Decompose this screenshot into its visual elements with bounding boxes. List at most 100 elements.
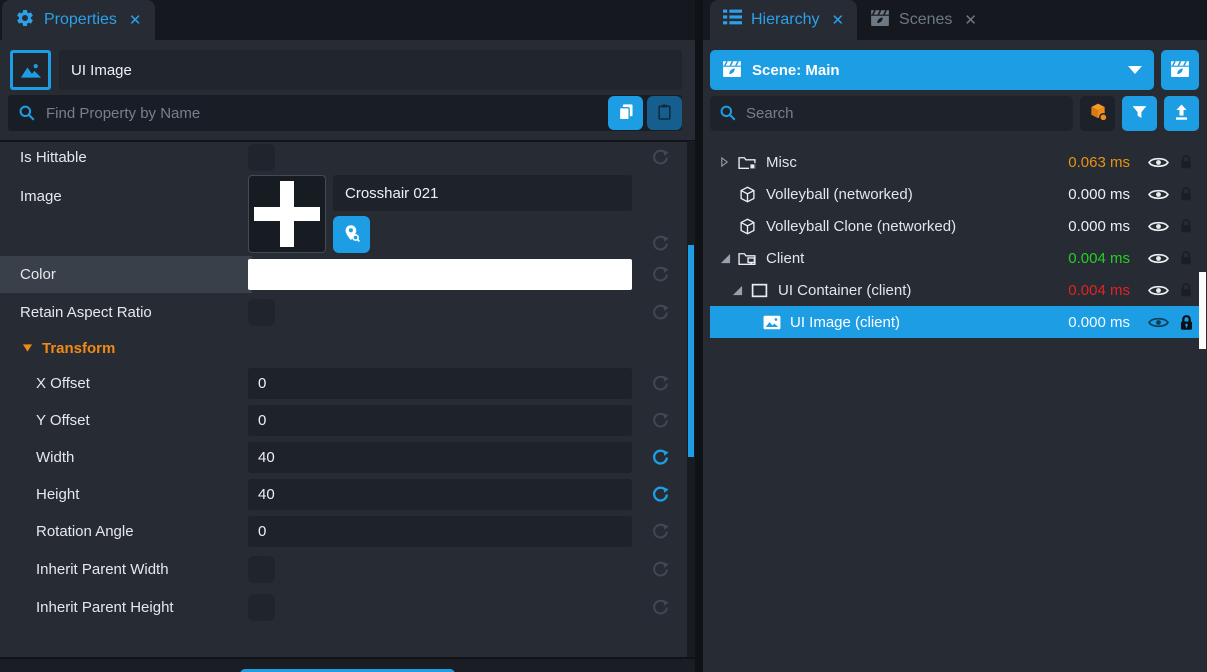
copy-icon <box>617 103 635 124</box>
hierarchy-row-misc[interactable]: Misc 0.063 ms <box>710 146 1199 178</box>
entity-name: Volleyball Clone (networked) <box>766 218 956 235</box>
inherit-parent-height-checkbox[interactable] <box>248 594 275 621</box>
tab-properties-label: Properties <box>44 11 117 29</box>
clapperboard-icon <box>722 60 742 81</box>
search-icon <box>719 104 737 127</box>
hierarchy-list-icon <box>723 9 742 31</box>
visibility-eye-icon[interactable] <box>1143 156 1173 169</box>
tab-hierarchy-label: Hierarchy <box>751 11 819 29</box>
chevron-down-icon <box>22 340 33 358</box>
property-search-input[interactable] <box>8 95 682 131</box>
tab-hierarchy[interactable]: Hierarchy ✕ <box>710 0 857 40</box>
paste-properties-button[interactable] <box>647 96 682 130</box>
reset-icon[interactable] <box>652 235 669 252</box>
close-icon[interactable]: ✕ <box>964 11 977 29</box>
hierarchy-row-client[interactable]: Client 0.004 ms <box>710 242 1199 274</box>
height-input[interactable] <box>248 479 632 510</box>
reset-icon[interactable] <box>652 149 669 166</box>
reset-icon[interactable] <box>652 412 669 429</box>
expander-expanded-icon[interactable] <box>720 253 734 264</box>
property-row-color: Color <box>0 256 695 293</box>
chevron-down-icon <box>1128 66 1142 74</box>
image-asset-field[interactable]: Crosshair 021 <box>333 175 632 211</box>
lock-icon[interactable] <box>1173 154 1199 170</box>
hierarchy-row-volleyball-clone[interactable]: Volleyball Clone (networked) 0.000 ms <box>710 210 1199 242</box>
entity-name: Client <box>766 250 804 267</box>
clapperboard-icon <box>1170 60 1190 81</box>
visibility-eye-icon[interactable] <box>1143 316 1173 329</box>
inherit-parent-height-label: Inherit Parent Height <box>20 599 248 616</box>
entity-name: UI Image (client) <box>790 314 900 331</box>
folder-client-icon <box>738 250 757 267</box>
asset-picker-button[interactable] <box>333 216 370 253</box>
perf-ms: 0.000 ms <box>1034 218 1130 235</box>
properties-scrollbar-track[interactable] <box>687 141 695 657</box>
scene-selector-dropdown[interactable]: Scene: Main <box>710 50 1154 90</box>
properties-scrollbar-thumb[interactable] <box>688 245 694 457</box>
container-square-icon <box>750 283 769 298</box>
reset-icon[interactable] <box>652 523 669 540</box>
reset-icon[interactable] <box>652 266 669 283</box>
visibility-eye-icon[interactable] <box>1143 252 1173 265</box>
rotation-angle-input[interactable] <box>248 516 632 547</box>
lock-icon[interactable] <box>1173 250 1199 266</box>
close-icon[interactable]: ✕ <box>129 11 142 29</box>
properties-panel: Properties ✕ <box>0 0 695 672</box>
expander-collapsed-icon[interactable] <box>720 156 734 168</box>
reset-icon-active[interactable] <box>652 486 669 503</box>
tab-properties[interactable]: Properties ✕ <box>2 0 155 40</box>
lock-icon[interactable] <box>1173 282 1199 298</box>
color-swatch[interactable] <box>248 259 632 290</box>
hierarchy-scrollbar-thumb[interactable] <box>1199 272 1206 349</box>
filter-button[interactable] <box>1122 96 1157 131</box>
reset-icon[interactable] <box>652 599 669 616</box>
visibility-eye-icon[interactable] <box>1143 284 1173 297</box>
open-scenes-button[interactable] <box>1161 50 1199 90</box>
editor-window: Properties ✕ <box>0 0 1207 672</box>
hierarchy-tabbar: Hierarchy ✕ Scenes ✕ <box>703 0 1207 40</box>
reset-icon[interactable] <box>652 561 669 578</box>
property-row-height: Height <box>0 476 695 513</box>
inherit-parent-width-checkbox[interactable] <box>248 556 275 583</box>
reset-icon[interactable] <box>652 375 669 392</box>
y-offset-input[interactable] <box>248 405 632 436</box>
close-icon[interactable]: ✕ <box>831 11 844 29</box>
width-input[interactable] <box>248 442 632 473</box>
transform-section-header[interactable]: Transform <box>0 332 695 365</box>
rotation-angle-label: Rotation Angle <box>20 523 248 540</box>
lock-icon-locked[interactable] <box>1173 314 1199 331</box>
is-hittable-checkbox[interactable] <box>248 144 275 171</box>
clipboard-icon <box>656 103 673 124</box>
entity-name-input[interactable] <box>59 50 682 90</box>
entity-cube-toggle-button[interactable] <box>1080 96 1115 131</box>
hierarchy-tree: Misc 0.063 ms Volleyball (networked) <box>710 146 1199 338</box>
lock-icon[interactable] <box>1173 186 1199 202</box>
search-icon <box>18 104 36 127</box>
funnel-icon <box>1131 104 1148 124</box>
reset-icon-active[interactable] <box>652 449 669 466</box>
property-list: Is Hittable Image Crosshair 021 <box>0 140 695 626</box>
perf-ms: 0.004 ms <box>1034 282 1130 299</box>
copy-properties-button[interactable] <box>608 96 643 130</box>
image-type-icon <box>10 50 51 90</box>
property-row-x-offset: X Offset <box>0 365 695 402</box>
x-offset-input[interactable] <box>248 368 632 399</box>
hierarchy-row-volleyball[interactable]: Volleyball (networked) 0.000 ms <box>710 178 1199 210</box>
expander-expanded-icon[interactable] <box>732 285 746 296</box>
hierarchy-row-ui-container[interactable]: UI Container (client) 0.004 ms <box>710 274 1199 306</box>
entity-name: Volleyball (networked) <box>766 186 913 203</box>
visibility-eye-icon[interactable] <box>1143 220 1173 233</box>
reset-icon[interactable] <box>652 304 669 321</box>
upload-button[interactable] <box>1164 96 1199 131</box>
color-label: Color <box>20 266 248 283</box>
perf-ms: 0.063 ms <box>1034 154 1130 171</box>
hierarchy-body: Scene: Main <box>703 40 1207 338</box>
property-row-y-offset: Y Offset <box>0 402 695 439</box>
tab-scenes[interactable]: Scenes ✕ <box>857 0 990 40</box>
image-thumbnail[interactable] <box>248 175 326 253</box>
hierarchy-search-input[interactable] <box>710 96 1073 131</box>
visibility-eye-icon[interactable] <box>1143 188 1173 201</box>
hierarchy-row-ui-image-selected[interactable]: UI Image (client) 0.000 ms <box>710 306 1199 338</box>
lock-icon[interactable] <box>1173 218 1199 234</box>
retain-aspect-ratio-checkbox[interactable] <box>248 299 275 326</box>
